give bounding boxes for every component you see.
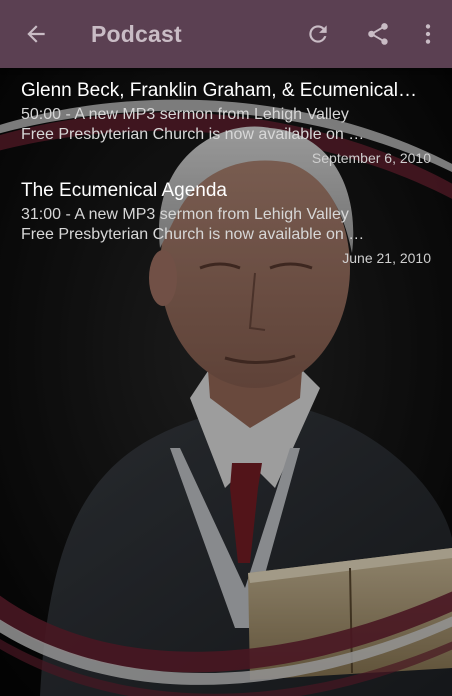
episode-description: 31:00 - A new MP3 sermon from Lehigh Val… — [21, 205, 421, 245]
episode-description-line: 31:00 - A new MP3 sermon from Lehigh Val… — [21, 206, 349, 223]
refresh-icon — [309, 25, 327, 43]
share-icon — [368, 23, 388, 45]
episode-description-line: Free Presbyterian Church is now availabl… — [21, 226, 365, 243]
list-item[interactable]: The Ecumenical Agenda 31:00 - A new MP3 … — [0, 163, 452, 273]
episode-title: The Ecumenical Agenda — [21, 180, 227, 201]
refresh-button[interactable] — [294, 10, 342, 58]
episode-description: 50:00 - A new MP3 sermon from Lehigh Val… — [21, 105, 421, 145]
episode-description-line: Free Presbyterian Church is now availabl… — [21, 126, 365, 143]
list-item[interactable]: Glenn Beck, Franklin Graham, & Ecumenica… — [0, 68, 452, 166]
page-title: Podcast — [91, 20, 182, 47]
share-button[interactable] — [354, 10, 402, 58]
episode-date: June 21, 2010 — [342, 250, 431, 266]
back-button[interactable] — [12, 10, 60, 58]
episode-description-line: 50:00 - A new MP3 sermon from Lehigh Val… — [21, 106, 349, 123]
episode-list: Glenn Beck, Franklin Graham, & Ecumenica… — [0, 68, 452, 273]
podcast-screen: Podcast Glenn Beck, Franklin Graham, & E… — [0, 0, 452, 696]
app-toolbar: Podcast — [0, 0, 452, 68]
episode-title: Glenn Beck, Franklin Graham, & Ecumenica… — [21, 80, 417, 101]
more-vertical-icon — [425, 24, 431, 44]
arrow-left-icon — [27, 25, 45, 43]
overflow-menu-button[interactable] — [408, 10, 448, 58]
